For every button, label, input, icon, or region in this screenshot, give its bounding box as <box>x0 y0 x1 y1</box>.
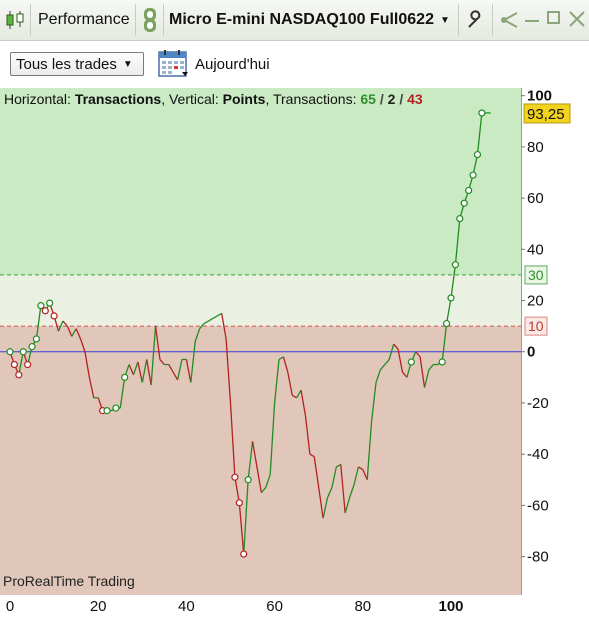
x-axis: 0 20 40 60 80 100 <box>6 598 464 615</box>
transactions-label: , Transactions: <box>265 91 361 107</box>
x-tick-label: 60 <box>266 598 283 613</box>
trade-marker <box>37 302 45 310</box>
trade-marker <box>244 476 252 484</box>
reference-tag-label: 30 <box>528 267 544 283</box>
trade-marker <box>121 373 129 381</box>
x-tick-label: 20 <box>90 598 107 613</box>
window-titlebar: Performance Micro E-mini NASDAQ100 Full0… <box>0 0 589 41</box>
x-tick-label: 80 <box>354 598 371 613</box>
trade-marker <box>465 186 473 195</box>
trade-marker <box>438 358 446 366</box>
candlestick-icon[interactable] <box>0 4 31 36</box>
reference-tag-label: 10 <box>528 318 544 334</box>
watermark: ProRealTime Trading <box>3 573 135 589</box>
y-tick-label: -40 <box>527 446 549 463</box>
trade-marker <box>41 307 49 315</box>
date-label[interactable]: Aujourd'hui <box>195 56 270 73</box>
instrument-selector[interactable]: Micro E-mini NASDAQ100 Full0622 ▼ <box>164 4 459 36</box>
y-tick-label: 60 <box>527 190 544 207</box>
trade-marker <box>473 150 482 159</box>
last-value-tag: 93,25 <box>523 103 571 124</box>
wrench-icon[interactable] <box>460 4 493 36</box>
trade-marker <box>460 199 468 207</box>
trade-marker <box>240 550 248 558</box>
x-tick-label: 40 <box>178 598 195 613</box>
winners-count: 65 <box>360 91 376 107</box>
chevron-down-icon: ▼ <box>122 58 133 70</box>
horizontal-value: Transactions <box>74 91 162 107</box>
x-tick-label: 100 <box>438 598 463 613</box>
loss-zone <box>0 326 521 595</box>
link-icon[interactable] <box>137 4 164 36</box>
calendar-icon[interactable] <box>158 49 190 79</box>
chart-svg: 100 80 60 40 20 0 -20 -40 -60 -80 0 20 40 60 80 100 30… <box>0 88 589 615</box>
performance-tab-label: Performance <box>38 11 130 28</box>
trade-marker <box>407 358 415 366</box>
y-tick-label: 0 <box>527 344 535 361</box>
trade-filter-value: Tous les trades <box>16 55 117 73</box>
trade-marker <box>28 343 36 351</box>
info-bar: Horizontal: Transactions, Vertical: Poin… <box>4 91 423 107</box>
share-icon[interactable] <box>500 10 522 30</box>
vertical-label: , Vertical: <box>161 91 223 107</box>
y-tick-label: -20 <box>527 395 549 412</box>
y-tick-label: 20 <box>527 293 544 310</box>
trade-marker <box>456 214 464 223</box>
trade-marker <box>112 404 120 412</box>
trade-marker <box>24 360 32 369</box>
trade-marker <box>50 312 58 320</box>
count-separator: / <box>379 91 384 107</box>
y-tick-label: 40 <box>527 241 544 258</box>
last-value-tag-label: 93,25 <box>527 106 565 123</box>
close-icon[interactable] <box>568 7 586 31</box>
trade-marker <box>46 299 54 307</box>
y-tick-label: 80 <box>527 139 544 156</box>
y-tick-label: 100 <box>527 88 552 105</box>
profit-zone <box>0 88 521 275</box>
trade-marker <box>447 294 455 302</box>
chevron-down-icon: ▼ <box>439 14 450 26</box>
trade-marker <box>235 499 243 507</box>
trade-filter-select[interactable]: Tous les trades ▼ <box>10 52 144 76</box>
y-tick-label: -80 <box>527 549 549 566</box>
count-separator: / <box>399 91 404 107</box>
maximize-icon[interactable] <box>547 11 560 24</box>
trade-marker <box>10 360 19 369</box>
trade-marker <box>19 348 27 356</box>
instrument-label: Micro E-mini NASDAQ100 Full0622 <box>169 11 434 28</box>
vertical-value: Points <box>222 91 266 107</box>
horizontal-label: Horizontal: <box>4 91 75 107</box>
trade-marker <box>103 407 111 415</box>
x-tick-label: 0 <box>6 598 14 613</box>
mid-zone <box>0 274 521 327</box>
performance-chart[interactable]: 100 80 60 40 20 0 -20 -40 -60 -80 0 20 40 60 80 100 30… <box>0 88 589 615</box>
trade-marker <box>6 348 14 356</box>
trade-marker <box>15 371 23 379</box>
trade-marker <box>469 171 477 179</box>
minimize-icon[interactable] <box>525 20 539 22</box>
trade-marker <box>32 335 41 343</box>
losers-count: 43 <box>407 91 423 107</box>
trade-marker <box>442 319 451 328</box>
trade-marker <box>231 473 239 481</box>
trade-marker <box>478 109 486 117</box>
y-tick-label: -60 <box>527 497 549 514</box>
trade-marker <box>451 261 460 269</box>
performance-tab[interactable]: Performance <box>31 4 136 36</box>
